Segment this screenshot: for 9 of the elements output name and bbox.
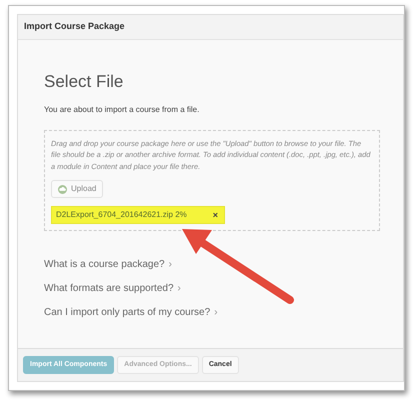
intro-text: You are about to import a course from a file. [44, 104, 200, 116]
help-link[interactable]: What is a course package? › [44, 257, 172, 272]
help-link[interactable]: What formats are supported? › [44, 281, 181, 296]
help-link[interactable]: Can I import only parts of my course? › [44, 305, 218, 320]
uploaded-file: D2LExport_6704_201642621.zip 2% × [51, 206, 225, 224]
heading: Select File [44, 72, 124, 92]
remove-button[interactable]: × [212, 210, 218, 220]
dialog-title: Import Course Package [18, 15, 403, 40]
upload-button[interactable]: Upload [51, 180, 104, 198]
